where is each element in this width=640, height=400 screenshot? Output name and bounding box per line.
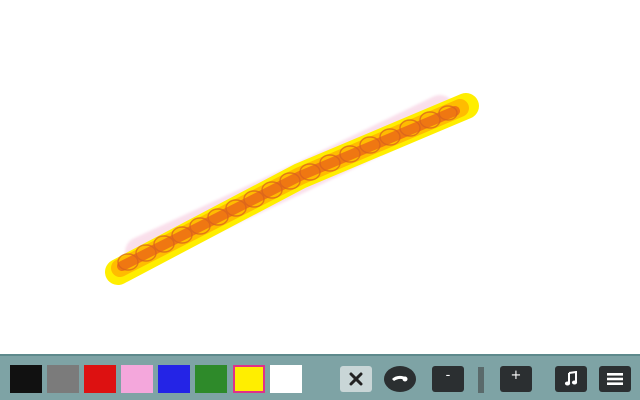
minus-label: - [445, 367, 451, 383]
music-button[interactable] [555, 366, 587, 392]
clear-button[interactable] [340, 366, 372, 392]
color-swatch-white[interactable] [270, 365, 302, 393]
color-swatch-black[interactable] [10, 365, 42, 393]
drawing-canvas[interactable] [0, 0, 640, 354]
menu-button[interactable] [599, 366, 631, 392]
color-swatch-green[interactable] [195, 365, 227, 393]
paint-stroke [105, 93, 479, 285]
brush-icon [392, 375, 408, 382]
plus-label: + [510, 367, 522, 383]
color-swatch-red[interactable] [84, 365, 116, 393]
toolbar-divider [478, 367, 484, 393]
decrease-size-button[interactable]: - [432, 366, 464, 392]
color-swatch-gray[interactable] [47, 365, 79, 393]
music-note-icon [564, 371, 578, 386]
menu-icon [607, 373, 623, 385]
color-swatch-yellow[interactable] [233, 365, 265, 393]
color-swatch-pink[interactable] [121, 365, 153, 393]
color-swatch-blue[interactable] [158, 365, 190, 393]
toolbar: - + [0, 354, 640, 400]
increase-size-button[interactable]: + [500, 366, 532, 392]
drawing-app: - + [0, 0, 640, 400]
brush-button[interactable] [384, 366, 416, 392]
close-icon [349, 372, 363, 386]
